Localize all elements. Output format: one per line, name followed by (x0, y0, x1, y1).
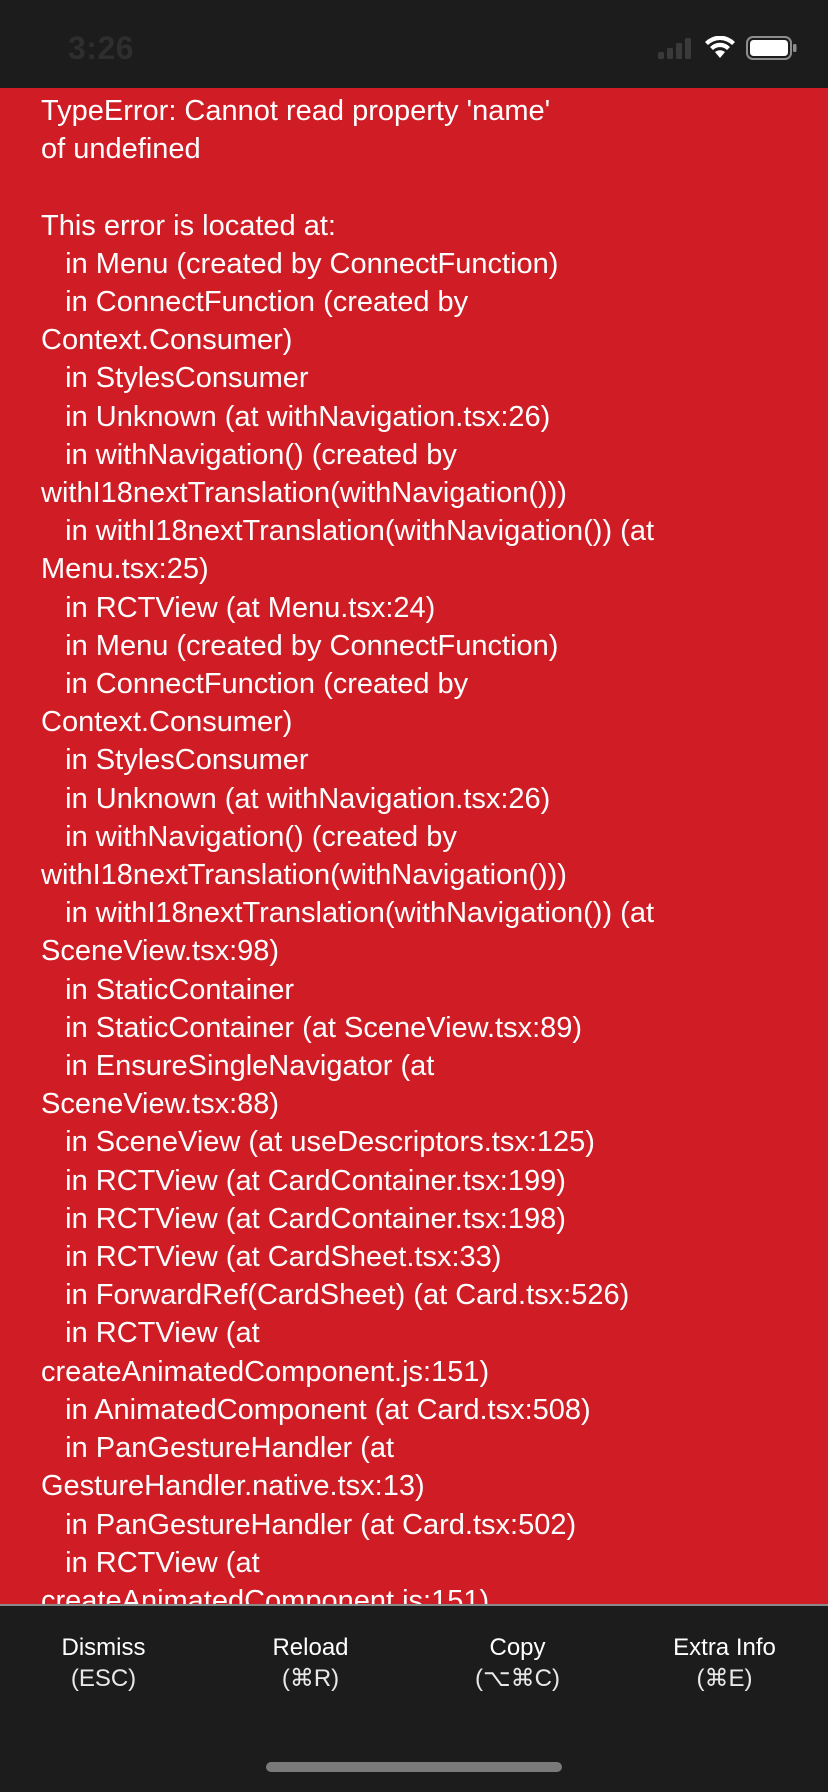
error-line: in StylesConsumer (41, 362, 309, 395)
reload-button-label: Reload (272, 1634, 349, 1661)
error-line: in ConnectFunction (created by (41, 668, 469, 701)
error-line: Menu.tsx:25) (41, 553, 209, 586)
extra-info-button[interactable]: Extra Info (⌘E) (621, 1632, 828, 1694)
status-icons (658, 36, 798, 60)
error-line (41, 168, 801, 206)
toolbar-buttons: Dismiss (ESC) Reload (⌘R) Copy (⌥⌘C) Ext… (0, 1632, 828, 1694)
dismiss-button-label: Dismiss (61, 1634, 146, 1661)
error-line: Context.Consumer) (41, 324, 293, 357)
error-panel[interactable]: TypeError: Cannot read property 'name' of… (0, 88, 828, 1604)
error-line: SceneView.tsx:88) (41, 1088, 280, 1121)
error-line: in Menu (created by ConnectFunction) (41, 629, 559, 662)
error-line: in Unknown (at withNavigation.tsx:26) (41, 782, 551, 815)
home-indicator[interactable] (266, 1762, 562, 1772)
dismiss-button-shortcut: (ESC) (70, 1665, 137, 1692)
cellular-signal-icon (658, 37, 694, 59)
error-line: in SceneView (at useDescriptors.tsx:125) (41, 1126, 595, 1159)
error-line: in PanGestureHandler (at (41, 1432, 395, 1465)
error-line: in RCTView (at Menu.tsx:24) (41, 591, 436, 624)
battery-icon (746, 36, 798, 60)
error-line: in ConnectFunction (created by (41, 286, 469, 318)
error-line: TypeError: Cannot read property 'name' (41, 95, 551, 127)
error-line: in AnimatedComponent (at Card.tsx:508) (41, 1393, 591, 1426)
error-line: in RCTView (at (41, 1317, 260, 1350)
error-line: in RCTView (at (41, 1546, 260, 1579)
extra-info-button-label: Extra Info (673, 1634, 776, 1661)
reload-button[interactable]: Reload (⌘R) (207, 1632, 414, 1694)
error-line: This error is located at: (41, 209, 336, 242)
error-line: in EnsureSingleNavigator (at (41, 1050, 435, 1083)
copy-button[interactable]: Copy (⌥⌘C) (414, 1632, 621, 1694)
error-line: in RCTView (at CardContainer.tsx:199) (41, 1164, 566, 1197)
error-line: in withI18nextTranslation(withNavigation… (41, 515, 655, 548)
error-line: Context.Consumer) (41, 706, 293, 739)
wifi-icon (704, 36, 736, 60)
error-line: GestureHandler.native.tsx:13) (41, 1470, 425, 1503)
error-message: TypeError: Cannot read property 'name' of… (41, 92, 801, 1604)
error-line: in RCTView (at CardContainer.tsx:198) (41, 1202, 566, 1235)
error-line: in Menu (created by ConnectFunction) (41, 247, 559, 280)
screen: 3:26 TypeError: Cannot read property 'na… (0, 0, 828, 1792)
error-line: in withNavigation() (created by (41, 820, 457, 853)
reload-button-shortcut: (⌘R) (281, 1665, 340, 1692)
error-line: of undefined (41, 133, 201, 166)
error-line: withI18nextTranslation(withNavigation())… (41, 859, 567, 892)
error-line: in RCTView (at CardSheet.tsx:33) (41, 1241, 502, 1274)
copy-button-shortcut: (⌥⌘C) (475, 1665, 560, 1692)
error-line: in StaticContainer (at SceneView.tsx:89) (41, 1011, 583, 1044)
error-line: in StaticContainer (41, 973, 295, 1006)
copy-button-label: Copy (489, 1634, 546, 1661)
error-line: withI18nextTranslation(withNavigation())… (41, 477, 567, 510)
error-line: in ForwardRef(CardSheet) (at Card.tsx:52… (41, 1279, 630, 1312)
status-time: 3:26 (68, 30, 135, 66)
status-bar: 3:26 (0, 0, 828, 88)
error-line: in PanGestureHandler (at Card.tsx:502) (41, 1508, 577, 1541)
error-line: createAnimatedComponent.js:151) (41, 1584, 490, 1604)
error-line: SceneView.tsx:98) (41, 935, 280, 968)
error-line: in Unknown (at withNavigation.tsx:26) (41, 400, 551, 433)
error-line: in StylesConsumer (41, 744, 309, 777)
error-line: createAnimatedComponent.js:151) (41, 1355, 490, 1388)
extra-info-button-shortcut: (⌘E) (696, 1665, 753, 1692)
error-line: in withI18nextTranslation(withNavigation… (41, 897, 655, 930)
dismiss-button[interactable]: Dismiss (ESC) (0, 1632, 207, 1694)
error-line: in withNavigation() (created by (41, 438, 457, 471)
